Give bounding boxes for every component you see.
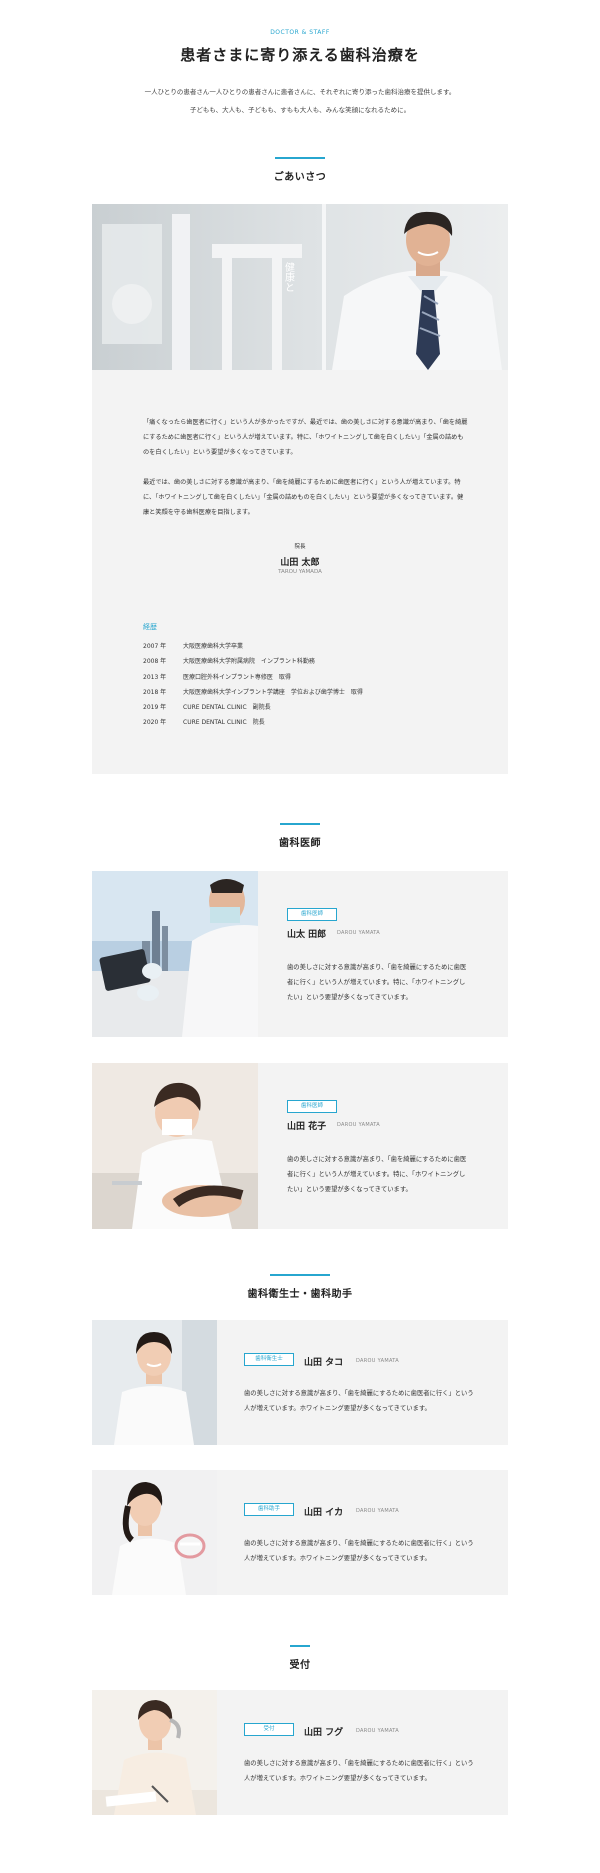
career-year: 2019 年 (143, 704, 167, 712)
greeting-paragraph-1: 「痛くなったら歯医者に行く」という人が多かったですが、最近では、歯の美しさに対す… (143, 419, 468, 456)
staff-card: 歯科衛生士 山田 タコ DAROU YAMATA 歯の美しさに対する意識が高まり… (92, 1320, 508, 1445)
reception-heading: 受付 (0, 1645, 600, 1671)
career-year: 2018 年 (143, 688, 167, 696)
dentist-card: 歯科医師 山田 花子 DAROU YAMATA 歯の美しさに対する意識が高まり、… (92, 1063, 508, 1229)
career-item: 2008 年 大阪医療歯科大学附属病院 インプラント科勤務 (143, 654, 363, 669)
dentist-role-badge: 歯科医師 (287, 908, 337, 921)
dentist-name: 山田 花子 (287, 1122, 327, 1132)
career-text: 大阪医療歯科大学卒業 (183, 643, 244, 650)
dentist-role-badge: 歯科医師 (287, 1100, 337, 1113)
director-name: 山田 太郎 (280, 558, 320, 568)
hero-lead: 一人ひとりの患者さん一人ひとりの患者さんに患者さんに、それぞれに寄り添った歯科治… (0, 83, 600, 119)
greeting-heading-text: ごあいさつ (273, 172, 327, 183)
staff-photo (92, 1690, 217, 1815)
dentist-photo-image (92, 871, 258, 1037)
career-item: 2007 年 大阪医療歯科大学卒業 (143, 639, 363, 654)
career-item: 2019 年 CURE DENTAL CLINIC 副院長 (143, 700, 363, 715)
heading-accent-bar (290, 1645, 310, 1647)
career-text: 医療口腔外科インプラント専修医 取得 (183, 673, 291, 681)
dentist-card: 歯科医師 山太 田郎 DAROU YAMATA 歯の美しさに対する意識が高まり、… (92, 871, 508, 1037)
dentist-description: 歯の美しさに対する意識が高まり、「歯を綺麗にするために歯医者に行く」という人が増… (287, 964, 467, 1001)
dentists-heading-text: 歯科医師 (279, 838, 321, 849)
career-text: 大阪医療歯科大学附属病院 インプラント科勤務 (183, 658, 315, 666)
career-heading: 経歴 (143, 623, 157, 631)
staff-card: 歯科助手 山田 イカ DAROU YAMATA 歯の美しさに対する意識が高まり、… (92, 1470, 508, 1595)
dentist-photo-image (92, 1063, 258, 1229)
career-text: 大阪医療歯科大学インプラント学講座 学位および歯学博士 取得 (183, 688, 363, 696)
career-list: 2007 年 大阪医療歯科大学卒業 2008 年 大阪医療歯科大学附属病院 インプラ… (143, 639, 363, 731)
photo-caption: 健康と (283, 262, 295, 292)
career-year: 2008 年 (143, 658, 167, 666)
career-year: 2007 年 (143, 643, 167, 650)
greeting-heading: ごあいさつ (0, 157, 600, 183)
staff-name: 山田 タコ (304, 1358, 344, 1368)
dentist-photo (92, 1063, 258, 1229)
staff-photo (92, 1470, 217, 1595)
director-photo: 健康と (92, 204, 508, 370)
director-photo-image: 健康と (92, 204, 508, 370)
staff-photo-image (92, 1470, 217, 1595)
hero-lead-line-2: 子どもも、大人も、子どもも、すもも大人も、みんな笑顔になれるために。 (189, 106, 411, 114)
staff-name-en: DAROU YAMATA (356, 1728, 399, 1734)
staff-role-badge: 歯科衛生士 (244, 1353, 294, 1366)
heading-accent-bar (270, 1274, 330, 1276)
dentists-heading: 歯科医師 (0, 823, 600, 849)
staff-card: 受付 山田 フグ DAROU YAMATA 歯の美しさに対する意識が高まり、「歯… (92, 1690, 508, 1815)
dentist-name-en: DAROU YAMATA (337, 1122, 380, 1128)
hygienists-heading-text: 歯科衛生士・歯科助手 (247, 1289, 353, 1300)
hero-lead-line-1: 一人ひとりの患者さん一人ひとりの患者さんに患者さんに、それぞれに寄り添った歯科治… (144, 88, 456, 96)
career-text: CURE DENTAL CLINIC 院長 (183, 719, 265, 727)
dentist-description: 歯の美しさに対する意識が高まり、「歯を綺麗にするために歯医者に行く」という人が増… (287, 1156, 467, 1193)
staff-name: 山田 イカ (304, 1508, 344, 1518)
heading-accent-bar (280, 823, 320, 825)
staff-description: 歯の美しさに対する意識が高まり、「歯を綺麗にするために歯医者に行く」という人が増… (244, 1760, 474, 1782)
career-item: 2020 年 CURE DENTAL CLINIC 院長 (143, 715, 363, 730)
staff-photo-image (92, 1690, 217, 1815)
dentist-name: 山太 田郎 (287, 930, 327, 940)
staff-name-en: DAROU YAMATA (356, 1358, 399, 1364)
director-role: 院長 (294, 544, 306, 550)
director-name-en: TAROU YAMADA (278, 569, 322, 575)
hero-eyebrow: DOCTOR & STAFF (270, 29, 330, 36)
dentist-name-en: DAROU YAMATA (337, 930, 380, 936)
staff-photo (92, 1320, 217, 1445)
staff-description: 歯の美しさに対する意識が高まり、「歯を綺麗にするために歯医者に行く」という人が増… (244, 1390, 474, 1412)
staff-role-badge: 受付 (244, 1723, 294, 1736)
heading-accent-bar (275, 157, 325, 159)
staff-description: 歯の美しさに対する意識が高まり、「歯を綺麗にするために歯医者に行く」という人が増… (244, 1540, 474, 1562)
career-item: 2013 年 医療口腔外科インプラント専修医 取得 (143, 670, 363, 685)
career-year: 2020 年 (143, 719, 167, 727)
reception-heading-text: 受付 (289, 1660, 311, 1671)
greeting-box: 「痛くなったら歯医者に行く」という人が多かったですが、最近では、歯の美しさに対す… (92, 370, 508, 774)
staff-photo-image (92, 1320, 217, 1445)
career-text: CURE DENTAL CLINIC 副院長 (183, 704, 271, 712)
career-year: 2013 年 (143, 673, 167, 681)
hygienists-heading: 歯科衛生士・歯科助手 (0, 1274, 600, 1300)
dentist-photo (92, 871, 258, 1037)
page-title: 患者さまに寄り添える歯科治療を (180, 46, 420, 64)
staff-name-en: DAROU YAMATA (356, 1508, 399, 1514)
career-item: 2018 年 大阪医療歯科大学インプラント学講座 学位および歯学博士 取得 (143, 685, 363, 700)
greeting-paragraph-2: 最近では、歯の美しさに対する意識が高まり、「歯を綺麗にするために歯医者に行く」と… (143, 479, 464, 516)
staff-name: 山田 フグ (304, 1728, 344, 1738)
staff-role-badge: 歯科助手 (244, 1503, 294, 1516)
